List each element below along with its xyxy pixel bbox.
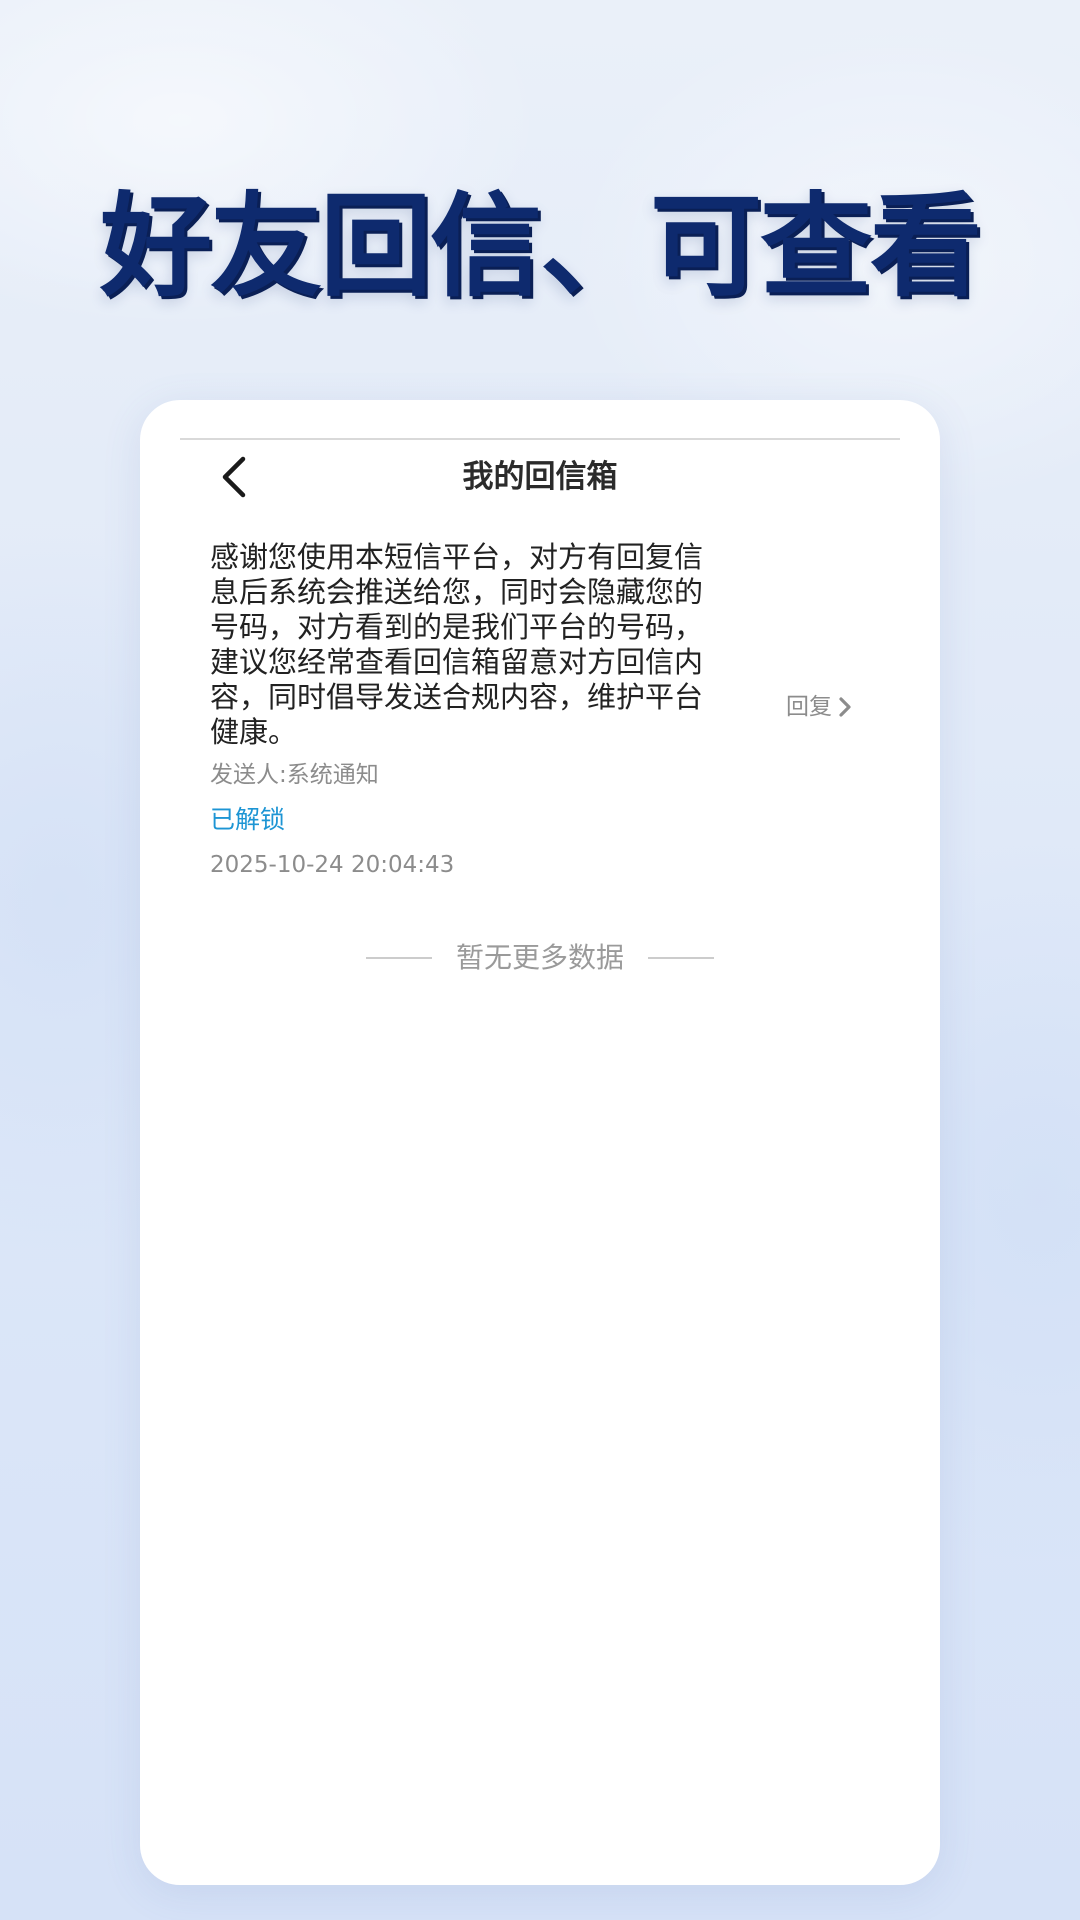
reply-button[interactable]: 回复: [786, 690, 852, 724]
divider-left: [365, 957, 432, 959]
message-sender: 发送人:系统通知: [210, 762, 379, 788]
message-body: 感谢您使用本短信平台，对方有回复信息后系统会推送给您，同时会隐藏您的号码，对方看…: [210, 540, 704, 749]
chevron-right-icon: [839, 697, 851, 717]
reply-label: 回复: [786, 694, 832, 720]
no-more-data-text: 暂无更多数据: [455, 941, 624, 974]
phone-screen-card: 我的回信箱 感谢您使用本短信平台，对方有回复信息后系统会推送给您，同时会隐藏您的…: [140, 400, 940, 1885]
divider-right: [648, 957, 714, 959]
page-title: 我的回信箱: [462, 459, 618, 495]
list-end-marker: 暂无更多数据: [140, 938, 940, 978]
message-timestamp: 2025-10-24 20:04:43: [210, 852, 455, 878]
promo-headline: 好友回信、可查看: [100, 182, 982, 312]
navigation-bar: 我的回信箱: [140, 440, 940, 514]
unlock-status-badge: 已解锁: [210, 805, 286, 834]
